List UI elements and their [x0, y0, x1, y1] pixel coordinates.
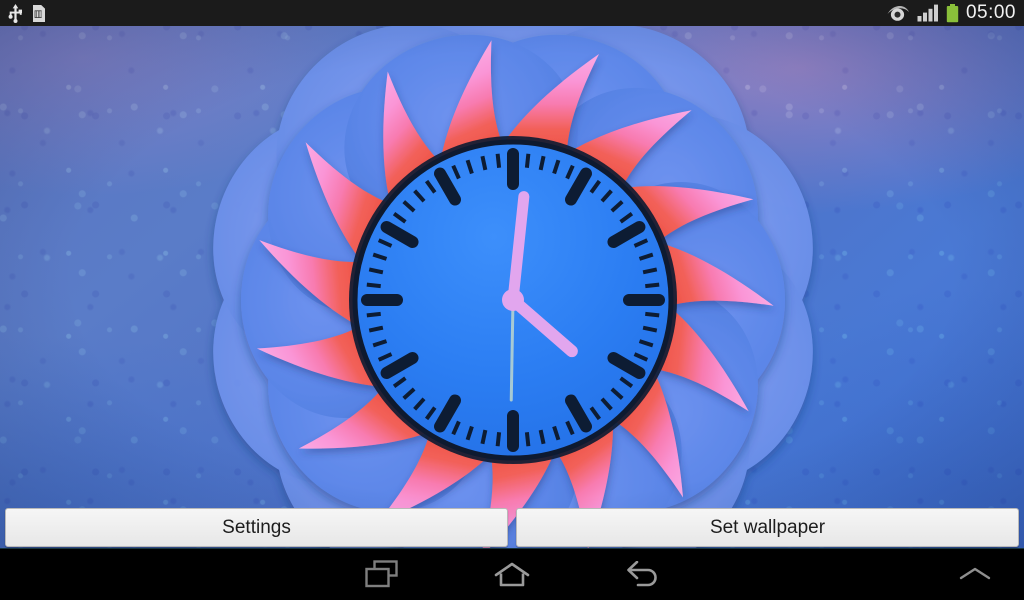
set-wallpaper-button[interactable]: Set wallpaper — [516, 508, 1019, 547]
smart-stay-eye-icon — [887, 5, 909, 21]
back-icon — [627, 561, 657, 587]
recent-apps-button[interactable] — [336, 548, 428, 600]
navigation-bar — [0, 548, 1024, 600]
wallpaper-vignette — [0, 26, 1024, 548]
usb-icon — [8, 3, 22, 23]
status-bar-clock: 05:00 — [965, 2, 1016, 23]
device-screen: 05:00 Settings Set wallpaper — [0, 0, 1024, 600]
status-bar-left-icons — [8, 0, 47, 26]
battery-icon — [946, 3, 959, 22]
sd-card-icon — [33, 4, 45, 22]
wallpaper-action-bar: Settings Set wallpaper — [0, 507, 1024, 548]
settings-button[interactable]: Settings — [5, 508, 508, 547]
recent-apps-icon — [365, 560, 398, 588]
signal-bars-icon — [917, 4, 938, 22]
chevron-up-icon — [959, 567, 991, 580]
status-bar[interactable]: 05:00 — [0, 0, 1024, 26]
home-button[interactable] — [466, 548, 558, 600]
status-bar-right-icons: 05:00 — [886, 0, 1016, 26]
expand-button[interactable] — [940, 548, 1010, 600]
back-button[interactable] — [597, 548, 689, 600]
live-wallpaper-preview[interactable] — [0, 26, 1024, 548]
home-icon — [494, 562, 530, 587]
